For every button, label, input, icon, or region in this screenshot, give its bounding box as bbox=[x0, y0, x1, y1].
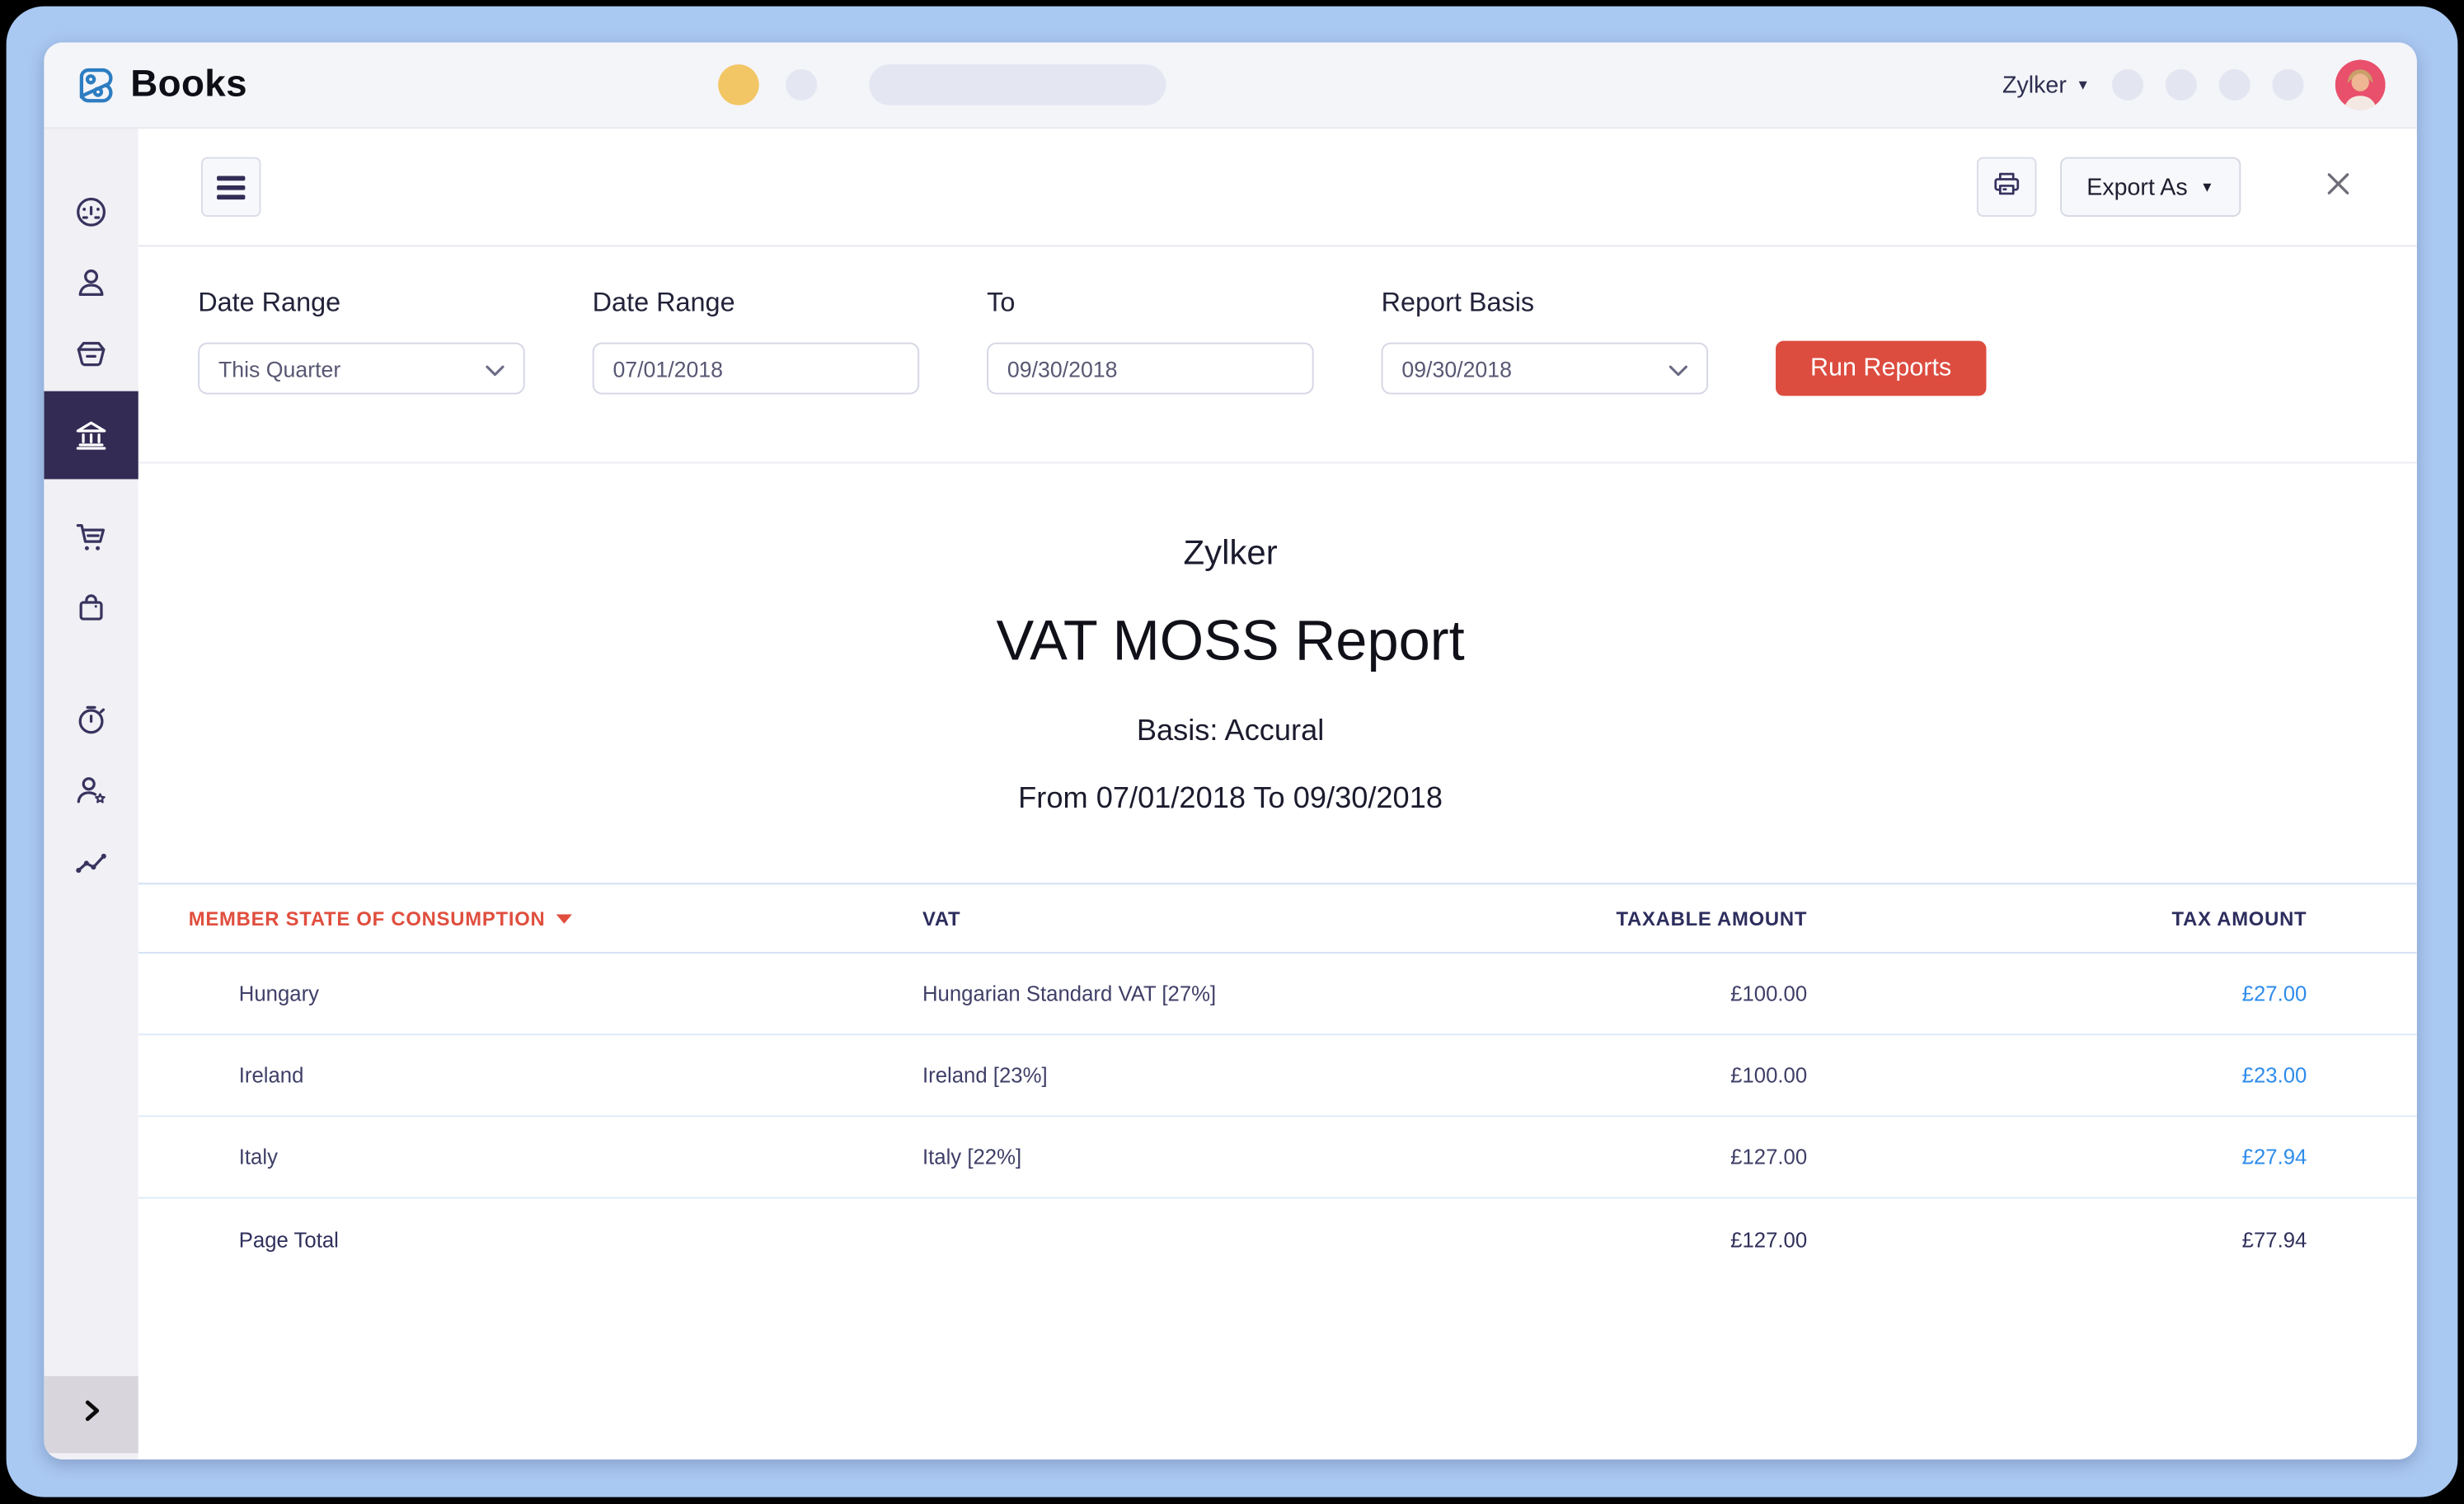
screen: Books Zylker ▼ bbox=[0, 0, 2464, 1503]
app-window: Books Zylker ▼ bbox=[44, 42, 2416, 1459]
topbar-nav-placeholder-icon[interactable] bbox=[2166, 69, 2197, 101]
topbar: Books Zylker ▼ bbox=[44, 42, 2416, 129]
main-content: Export As ▼ bbox=[138, 129, 2417, 1459]
date-range-value: This Quarter bbox=[218, 356, 340, 382]
page-total-taxable: £127.00 bbox=[1396, 1228, 1807, 1252]
topbar-right: Zylker ▼ bbox=[2002, 59, 2386, 110]
print-button[interactable] bbox=[1977, 157, 2036, 217]
report-title: VAT MOSS Report bbox=[138, 608, 2323, 674]
sidebar-item-purchases[interactable] bbox=[44, 572, 138, 643]
topbar-placeholder-icon[interactable] bbox=[786, 69, 818, 101]
member-state-header-label: MEMBER STATE OF CONSUMPTION bbox=[189, 907, 546, 930]
chevron-down-icon: ▼ bbox=[2200, 179, 2214, 194]
vat-cell: Italy [22%] bbox=[922, 1146, 1396, 1169]
table-row: Italy Italy [22%] £127.00 £27.94 bbox=[138, 1117, 2417, 1198]
stopwatch-icon bbox=[73, 700, 110, 738]
table-header-row: MEMBER STATE OF CONSUMPTION VAT TAXABLE … bbox=[138, 883, 2417, 953]
notification-dot-icon[interactable] bbox=[719, 64, 760, 105]
to-date-label: To bbox=[987, 288, 1314, 319]
contacts-icon bbox=[73, 263, 110, 301]
member-state-cell: Italy bbox=[138, 1146, 922, 1169]
reports-chart-icon bbox=[73, 841, 110, 879]
table-row: Ireland Ireland [23%] £100.00 £23.00 bbox=[138, 1035, 2417, 1117]
report-toolbar: Export As ▼ bbox=[138, 129, 2417, 246]
taxable-amount-cell: £100.00 bbox=[1396, 982, 1807, 1005]
report-org-name: Zylker bbox=[138, 532, 2323, 574]
report-area: Zylker VAT MOSS Report Basis: Accural Fr… bbox=[138, 463, 2417, 1459]
vat-moss-table: MEMBER STATE OF CONSUMPTION VAT TAXABLE … bbox=[138, 883, 2417, 1280]
sidebar-item-accountant[interactable] bbox=[44, 754, 138, 825]
items-basket-icon bbox=[73, 334, 110, 372]
close-report-button[interactable] bbox=[2322, 167, 2354, 207]
org-name: Zylker bbox=[2002, 72, 2067, 98]
topbar-nav-placeholder-icon[interactable] bbox=[2219, 69, 2250, 101]
page-total-row: Page Total £127.00 £77.94 bbox=[138, 1198, 2417, 1280]
member-state-cell: Ireland bbox=[138, 1064, 922, 1088]
sidebar-item-dashboard[interactable] bbox=[44, 176, 138, 247]
hamburger-icon bbox=[217, 176, 245, 199]
to-date-value: 09/30/2018 bbox=[1007, 356, 1118, 382]
printer-icon bbox=[1991, 167, 2022, 207]
column-header-vat: VAT bbox=[922, 907, 1396, 930]
member-state-cell: Hungary bbox=[138, 982, 922, 1005]
date-range-select[interactable]: This Quarter bbox=[198, 343, 525, 395]
tax-amount-link[interactable]: £23.00 bbox=[2242, 1064, 2307, 1088]
sidebar-item-contacts[interactable] bbox=[44, 246, 138, 317]
page-total-label: Page Total bbox=[138, 1228, 922, 1252]
accountant-person-star-icon bbox=[73, 771, 110, 808]
table-row: Hungary Hungarian Standard VAT [27%] £10… bbox=[138, 953, 2417, 1035]
chevron-down-icon bbox=[486, 356, 505, 382]
sidebar bbox=[44, 129, 138, 1459]
app-logo: Books bbox=[71, 61, 247, 108]
from-date-value: 07/01/2018 bbox=[612, 356, 723, 382]
books-logo-icon bbox=[71, 61, 118, 108]
topbar-nav-placeholder-icon[interactable] bbox=[2272, 69, 2303, 101]
search-bar[interactable] bbox=[870, 64, 1166, 105]
report-header: Zylker VAT MOSS Report Basis: Accural Fr… bbox=[138, 463, 2323, 817]
taxable-amount-cell: £100.00 bbox=[1396, 1064, 1807, 1088]
vat-cell: Hungarian Standard VAT [27%] bbox=[922, 982, 1396, 1005]
column-header-taxable-amount: TAXABLE AMOUNT bbox=[1396, 907, 1807, 930]
report-basis-select[interactable]: 09/30/2018 bbox=[1382, 343, 1709, 395]
from-date-label: Date Range bbox=[593, 288, 920, 319]
collapse-menu-button[interactable] bbox=[201, 157, 260, 217]
run-reports-button[interactable]: Run Reports bbox=[1776, 341, 1986, 396]
app-name: Books bbox=[130, 63, 247, 106]
sidebar-item-banking-active[interactable] bbox=[44, 391, 138, 480]
report-period-line: From 07/01/2018 To 09/30/2018 bbox=[138, 782, 2323, 817]
taxable-amount-cell: £127.00 bbox=[1396, 1146, 1807, 1169]
user-avatar[interactable] bbox=[2335, 59, 2386, 110]
filter-bar: Date Range This Quarter Date Range 07/01… bbox=[138, 246, 2417, 463]
report-basis-value: 09/30/2018 bbox=[1401, 356, 1512, 382]
dashboard-icon bbox=[73, 193, 110, 231]
purchases-bag-icon bbox=[73, 588, 110, 626]
sidebar-item-items[interactable] bbox=[44, 317, 138, 388]
export-as-button[interactable]: Export As ▼ bbox=[2060, 157, 2241, 217]
report-basis-label: Report Basis bbox=[1382, 288, 1709, 319]
sidebar-expand-button[interactable] bbox=[44, 1376, 138, 1453]
chevron-down-icon: ▼ bbox=[2076, 77, 2090, 92]
sidebar-item-time-tracking[interactable] bbox=[44, 683, 138, 754]
date-range-label: Date Range bbox=[198, 288, 525, 319]
sales-cart-icon bbox=[73, 518, 110, 555]
sort-descending-icon bbox=[556, 913, 572, 922]
sidebar-item-sales[interactable] bbox=[44, 501, 138, 572]
topbar-nav-placeholder-icon[interactable] bbox=[2112, 69, 2143, 101]
export-as-label: Export As bbox=[2086, 174, 2187, 200]
tax-amount-link[interactable]: £27.00 bbox=[2242, 982, 2307, 1005]
close-icon bbox=[2322, 167, 2354, 207]
column-header-tax-amount: TAX AMOUNT bbox=[1807, 907, 2307, 930]
sidebar-item-reports[interactable] bbox=[44, 825, 138, 896]
org-selector[interactable]: Zylker ▼ bbox=[2002, 72, 2090, 98]
chevron-right-icon bbox=[77, 1397, 105, 1433]
report-basis-line: Basis: Accural bbox=[138, 715, 2323, 749]
from-date-input[interactable]: 07/01/2018 bbox=[593, 343, 920, 395]
banking-icon bbox=[73, 416, 110, 454]
chevron-down-icon bbox=[1668, 356, 1687, 382]
page-total-tax: £77.94 bbox=[1807, 1228, 2307, 1252]
vat-cell: Ireland [23%] bbox=[922, 1064, 1396, 1088]
column-header-member-state[interactable]: MEMBER STATE OF CONSUMPTION bbox=[138, 907, 922, 930]
tax-amount-link[interactable]: £27.94 bbox=[2242, 1146, 2307, 1169]
to-date-input[interactable]: 09/30/2018 bbox=[987, 343, 1314, 395]
